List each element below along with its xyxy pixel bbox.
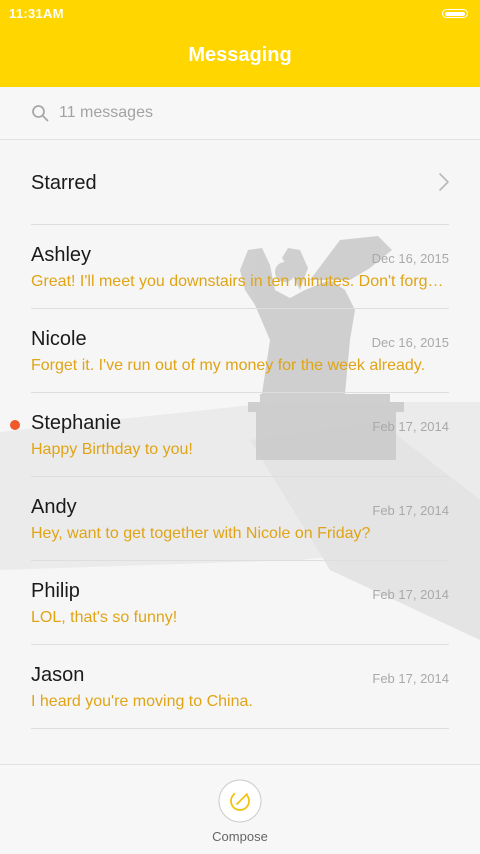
message-preview: Hey, want to get together with Nicole on… — [31, 525, 371, 542]
conversation-list: Starred Ashley Dec 16, 2015 Great! I'll … — [0, 140, 480, 764]
message-date: Feb 17, 2014 — [372, 503, 449, 518]
status-time: 11:31AM — [9, 6, 64, 21]
conversation-item-nicole[interactable]: Nicole Dec 16, 2015 Forget it. I've run … — [0, 308, 480, 392]
contact-name: Andy — [31, 496, 77, 518]
conversation-item-philip[interactable]: Philip Feb 17, 2014 LOL, that's so funny… — [0, 560, 480, 644]
message-preview: I heard you're moving to China. — [31, 693, 253, 710]
conversation-item-andy[interactable]: Andy Feb 17, 2014 Hey, want to get toget… — [0, 476, 480, 560]
contact-name: Jason — [31, 664, 85, 686]
unread-indicator — [10, 420, 20, 430]
starred-row[interactable]: Starred — [0, 140, 480, 224]
message-date: Feb 17, 2014 — [372, 587, 449, 602]
battery-icon — [442, 9, 468, 18]
page-title: Messaging — [188, 44, 292, 66]
contact-name: Stephanie — [31, 412, 122, 434]
contact-name: Philip — [31, 580, 80, 602]
message-preview: LOL, that's so funny! — [31, 609, 178, 626]
conversation-item-ashley[interactable]: Ashley Dec 16, 2015 Great! I'll meet you… — [0, 224, 480, 308]
chevron-right-icon — [439, 173, 449, 191]
message-preview: Happy Birthday to you! — [31, 441, 193, 458]
search-icon — [32, 105, 49, 122]
divider — [31, 728, 449, 729]
conversation-item-stephanie[interactable]: Stephanie Feb 17, 2014 Happy Birthday to… — [0, 392, 480, 476]
conversation-item-jason[interactable]: Jason Feb 17, 2014 I heard you're moving… — [0, 644, 480, 728]
message-date: Feb 17, 2014 — [372, 419, 449, 434]
message-preview: Great! I'll meet you downstairs in ten m… — [31, 273, 449, 290]
message-preview: Forget it. I've run out of my money for … — [31, 357, 426, 374]
contact-name: Nicole — [31, 328, 87, 350]
message-date: Dec 16, 2015 — [371, 335, 449, 350]
app-header: 11:31AM Messaging — [0, 0, 480, 87]
bottom-toolbar: Compose — [0, 764, 480, 854]
message-date: Dec 16, 2015 — [371, 251, 449, 266]
compose-icon[interactable] — [218, 779, 262, 823]
status-bar: 11:31AM — [0, 0, 480, 28]
compose-label[interactable]: Compose — [0, 829, 480, 844]
message-date: Feb 17, 2014 — [372, 671, 449, 686]
starred-label: Starred — [31, 172, 97, 194]
contact-name: Ashley — [31, 244, 92, 266]
search-input[interactable]: 11 messages — [59, 104, 153, 122]
search-bar[interactable]: 11 messages — [0, 87, 480, 140]
